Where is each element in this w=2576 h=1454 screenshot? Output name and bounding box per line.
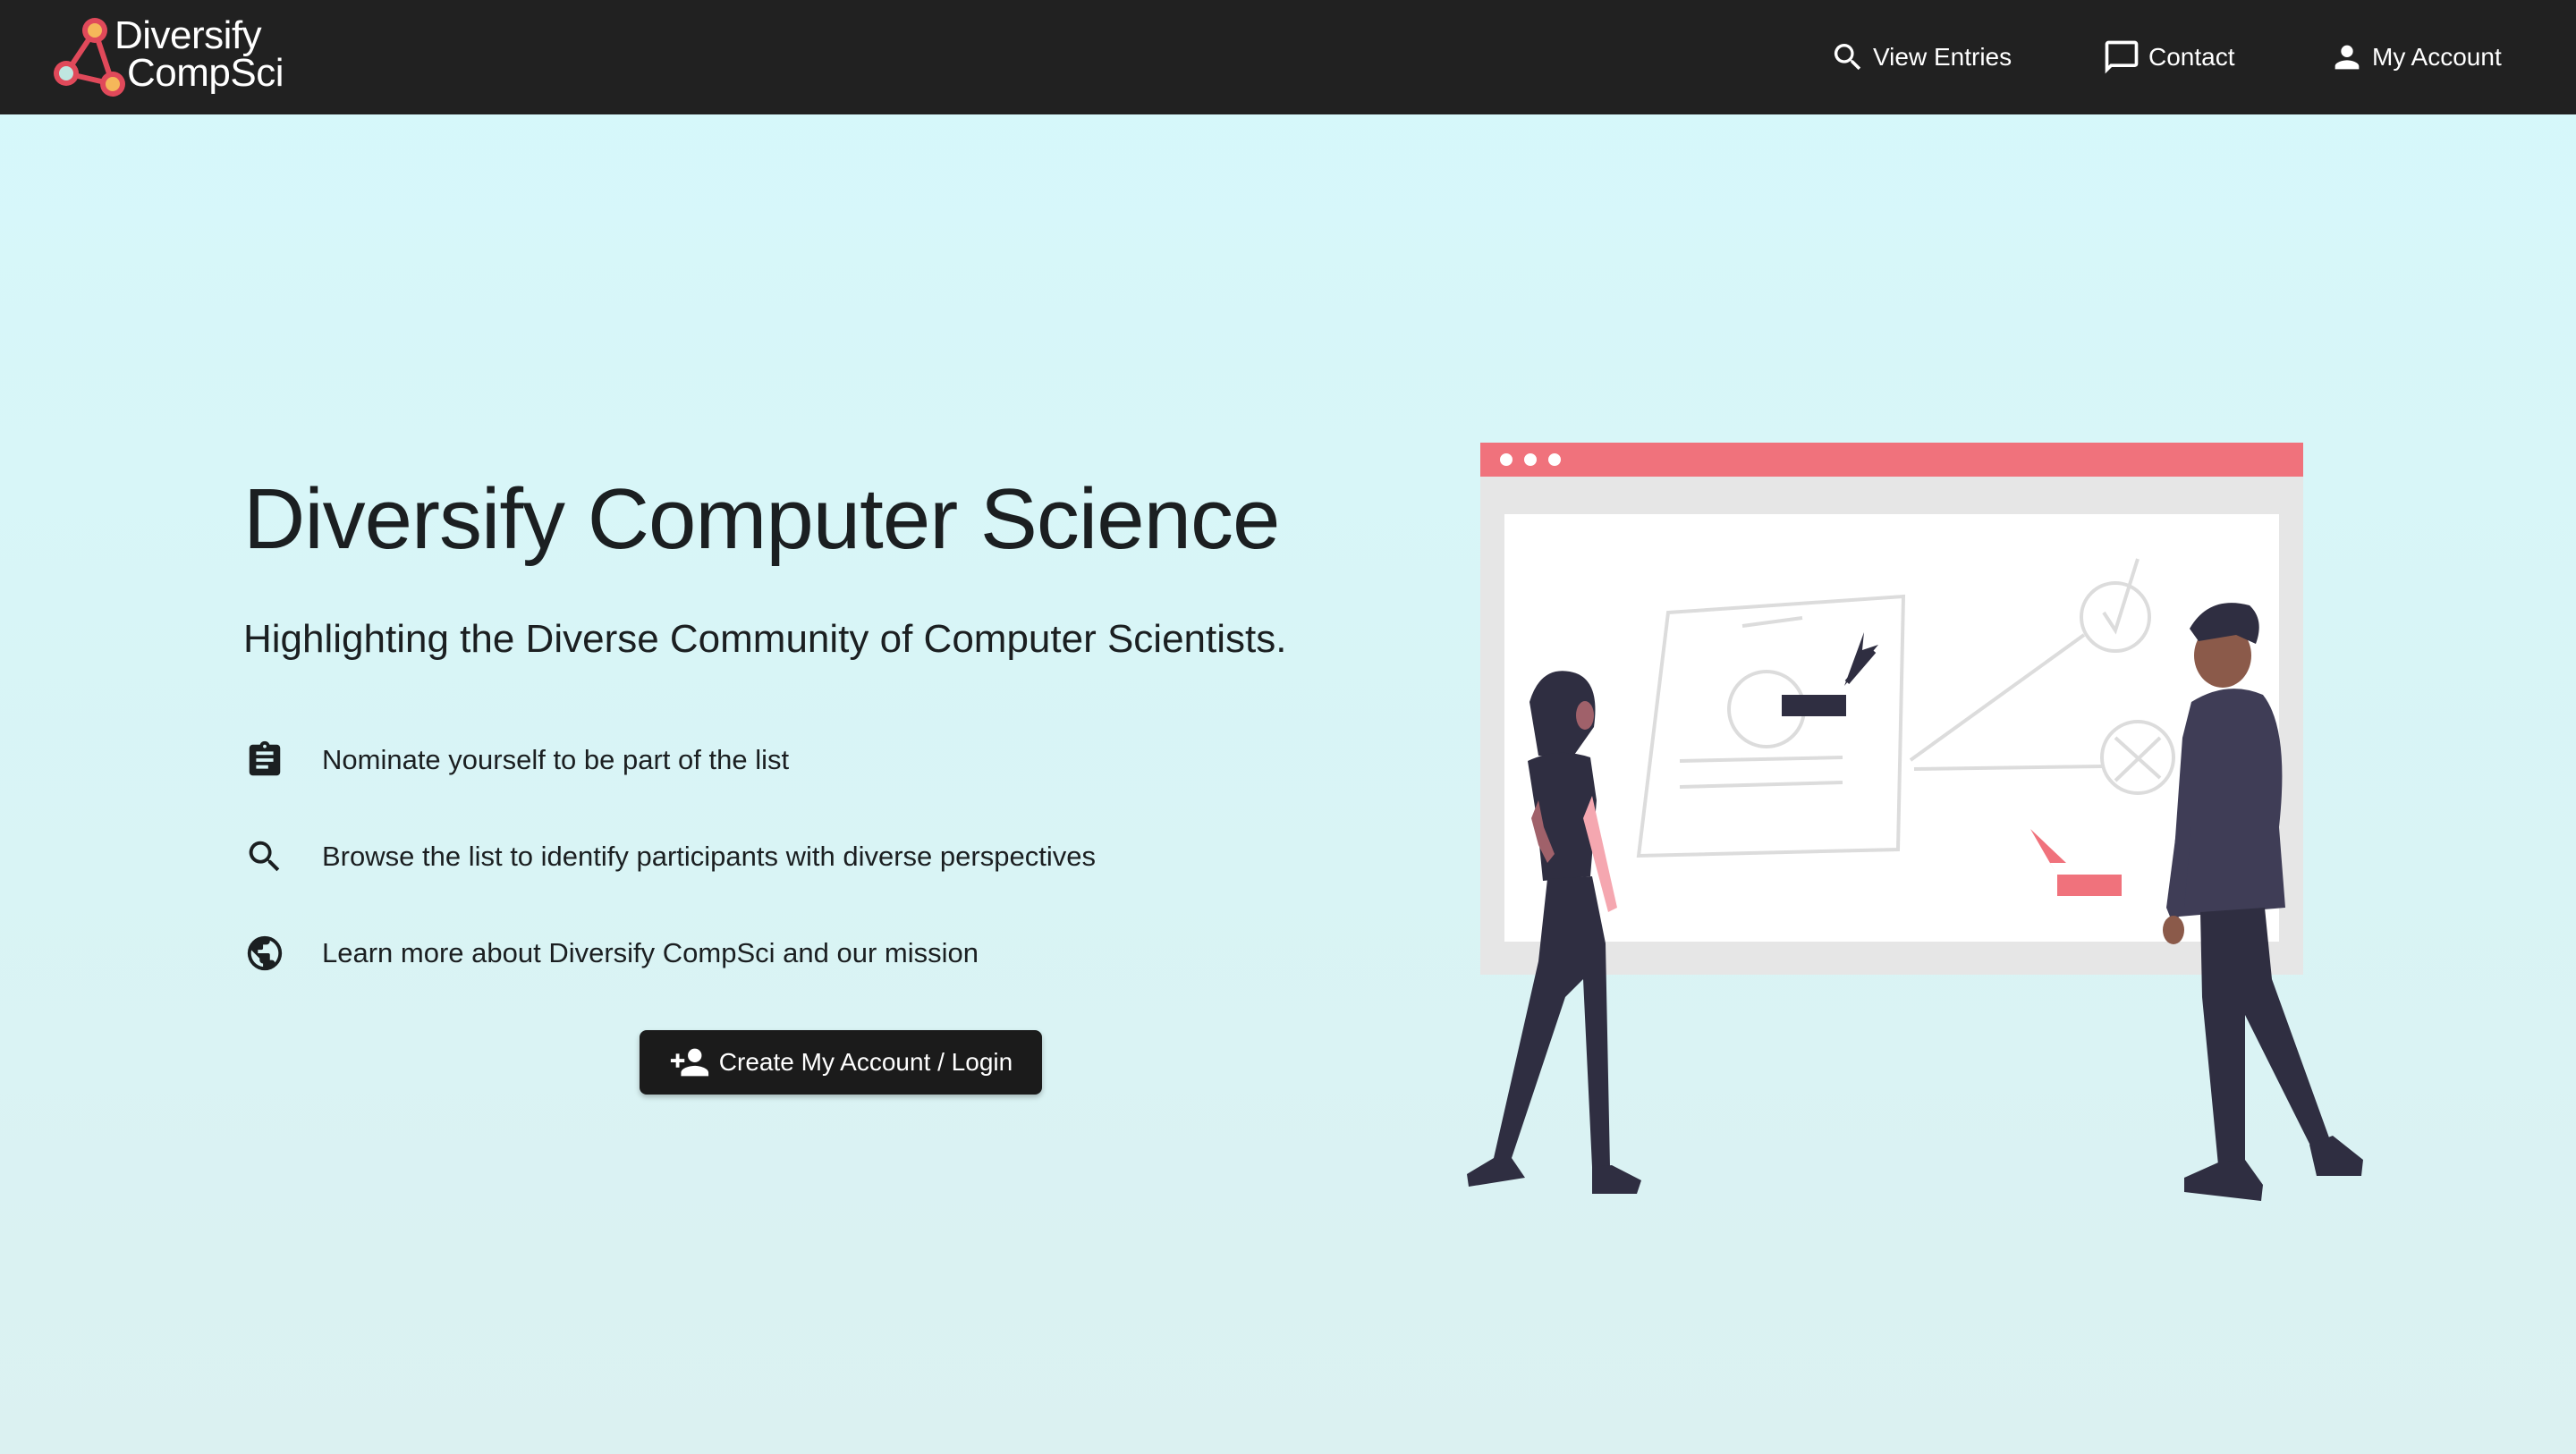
- site-logo[interactable]: Diversify CompSci: [48, 13, 317, 102]
- nav-view-entries-label: View Entries: [1873, 43, 2012, 71]
- feature-item-browse: Browse the list to identify participants…: [243, 835, 1096, 878]
- search-icon: [243, 835, 286, 878]
- page-title: Diversify Computer Science: [243, 471, 1280, 567]
- create-account-login-label: Create My Account / Login: [718, 1048, 1013, 1076]
- logo-text-line1: Diversify: [114, 13, 262, 57]
- browser-content: [1504, 514, 2279, 942]
- feature-text: Browse the list to identify participants…: [322, 841, 1096, 872]
- logo-text-line2: CompSci: [127, 51, 284, 95]
- window-dot: [1548, 453, 1561, 466]
- window-dot: [1524, 453, 1537, 466]
- browser-title-bar: [1480, 443, 2303, 477]
- clipboard-icon: [243, 739, 286, 782]
- page-subtitle: Highlighting the Diverse Community of Co…: [243, 617, 1287, 661]
- person-icon: [2334, 45, 2360, 70]
- top-navbar: Diversify CompSci View Entries Contact M…: [0, 0, 2576, 114]
- search-icon: [1834, 44, 1861, 71]
- feature-text: Learn more about Diversify CompSci and o…: [322, 937, 979, 968]
- nav-view-entries[interactable]: View Entries: [1830, 0, 2012, 114]
- nav-my-account-label: My Account: [2372, 43, 2502, 71]
- globe-icon: [243, 932, 286, 975]
- feature-text: Nominate yourself to be part of the list: [322, 744, 790, 775]
- pink-input-bar: [2057, 875, 2122, 896]
- nav-contact-label: Contact: [2148, 43, 2235, 71]
- feature-item-mission: Learn more about Diversify CompSci and o…: [243, 932, 979, 975]
- person-add-icon: [670, 1048, 708, 1077]
- window-dot: [1500, 453, 1513, 466]
- create-account-login-button[interactable]: Create My Account / Login: [640, 1030, 1042, 1095]
- feature-item-nominate: Nominate yourself to be part of the list: [243, 739, 789, 782]
- dark-input-bar: [1782, 695, 1846, 716]
- nav-contact[interactable]: Contact: [2102, 0, 2235, 114]
- nav-my-account[interactable]: My Account: [2329, 0, 2502, 114]
- chat-bubble-icon: [2105, 40, 2139, 74]
- hero-illustration: [1467, 443, 2363, 1201]
